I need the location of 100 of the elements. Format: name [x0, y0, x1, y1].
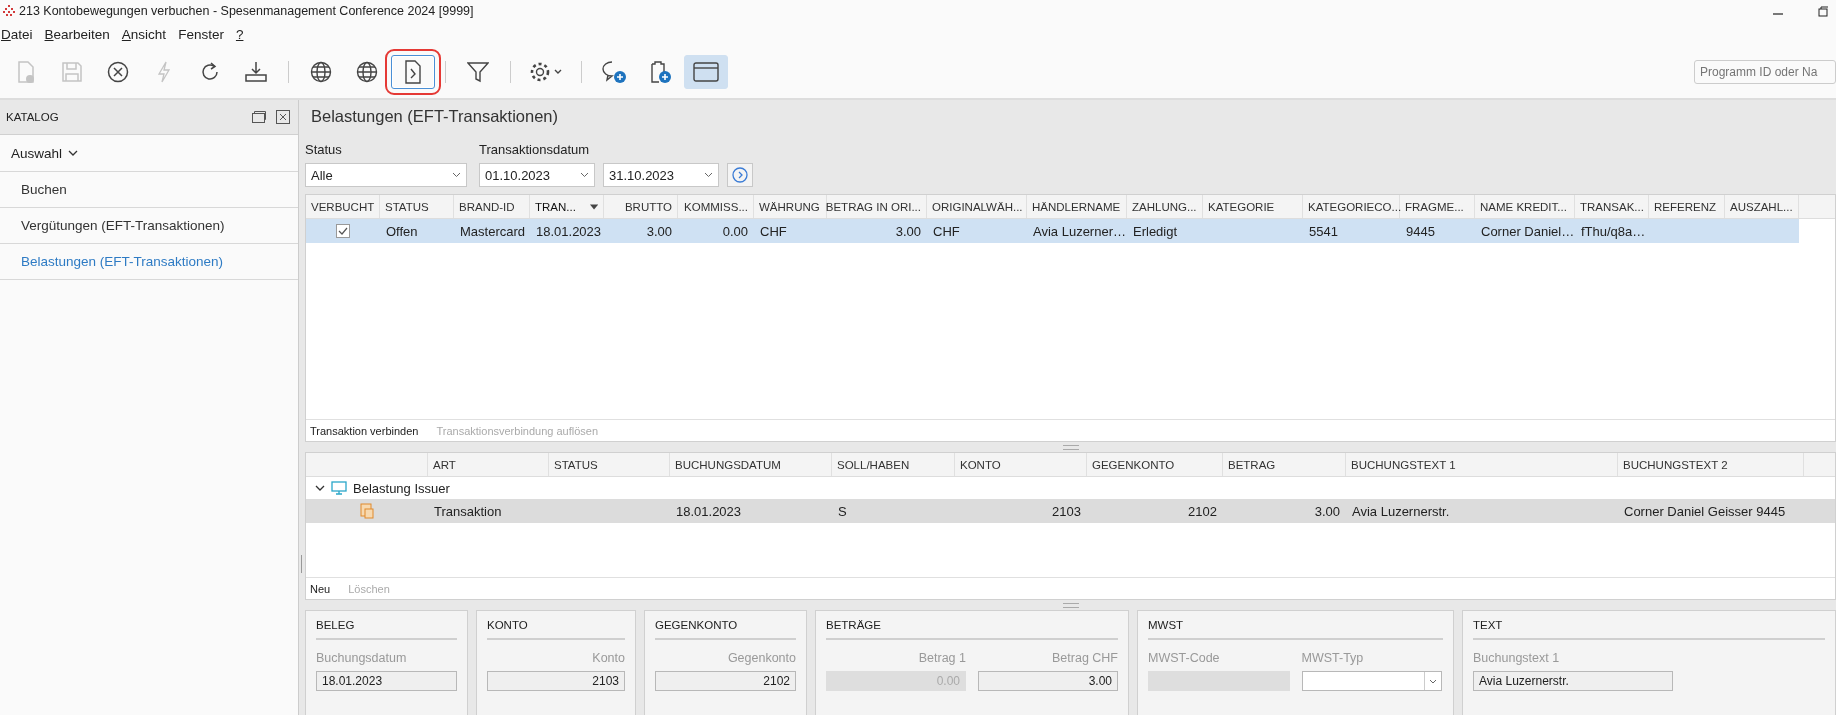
input-field[interactable]: 2102: [655, 671, 796, 691]
table-cell: Corner Daniel…: [1481, 223, 1575, 239]
sort-descending-icon[interactable]: [589, 203, 598, 210]
field-label: Buchungsdatum: [316, 651, 408, 665]
column-header[interactable]: KONTO: [960, 458, 1001, 471]
input-field[interactable]: Avia Luzernerstr.: [1473, 671, 1673, 691]
table-cell: Transaktion: [434, 503, 502, 519]
field-label: Gegenkonto: [727, 651, 796, 665]
column-header[interactable]: ZAHLUNG...: [1127, 195, 1203, 218]
panel-title: BETRÄGE: [826, 619, 1118, 640]
column-header[interactable]: BETRAG IN ORI...: [827, 195, 927, 218]
column-header[interactable]: STATUS: [554, 458, 598, 471]
table-cell: 18.01.2023: [536, 223, 602, 239]
column-header[interactable]: NAME KREDIT...: [1475, 195, 1575, 218]
apply-filter-button[interactable]: [727, 163, 753, 187]
new-document-icon: [15, 60, 37, 84]
catalog-item[interactable]: Buchen: [0, 172, 298, 208]
table-row[interactable]: Transaktion 18.01.2023 S 2103 2102 3.00 Avia Luzernerstr. Corner Daniel Geisser 9445: [306, 499, 1835, 523]
column-header[interactable]: FRAGME...: [1400, 195, 1475, 218]
column-header[interactable]: KATEGORIECO...: [1303, 195, 1400, 218]
column-header[interactable]: BRUTTO: [604, 195, 678, 218]
monitor-icon: [331, 481, 347, 495]
catalog-item[interactable]: Belastungen (EFT-Transaktionen): [0, 244, 298, 280]
date-from-field[interactable]: 01.10.2023: [479, 163, 595, 187]
add-comment-icon: [601, 60, 627, 84]
menu-item[interactable]: Ansicht: [121, 26, 167, 42]
search-field[interactable]: Programm ID oder Na: [1694, 60, 1836, 84]
refresh-icon: [199, 61, 221, 83]
column-header[interactable]: BUCHUNGSTEXT 2: [1623, 458, 1728, 471]
field-label: Buchungstext 1: [1473, 651, 1561, 665]
table-cell: 2102: [1188, 503, 1217, 519]
menu-item[interactable]: ?: [235, 26, 244, 42]
chevron-icon[interactable]: [315, 484, 325, 492]
globe-icon: [310, 61, 332, 83]
checkbox[interactable]: [336, 224, 350, 238]
column-header[interactable]: BUCHUNGSTEXT 1: [1351, 458, 1456, 471]
column-header[interactable]: BETRAG: [1228, 458, 1276, 471]
column-header[interactable]: TRANSAK...: [1575, 195, 1649, 218]
field-label: MWST-Typ: [1301, 651, 1365, 665]
action-link[interactable]: Transaktion verbinden: [310, 424, 419, 437]
caret-icon: [1428, 678, 1437, 684]
page-title: Belastungen (EFT-Transaktionen): [311, 106, 558, 126]
column-header[interactable]: REFERENZ: [1649, 195, 1725, 218]
column-header[interactable]: ORIGINALWÄH...: [927, 195, 1027, 218]
column-header[interactable]: ART: [433, 458, 456, 471]
catalog-item[interactable]: Vergütungen (EFT-Transaktionen): [0, 208, 298, 244]
window-icon[interactable]: [252, 111, 266, 123]
download-icon: [244, 60, 268, 84]
filter-icon: [467, 61, 489, 83]
input-field[interactable]: 3.00: [978, 671, 1118, 691]
status-label: Status: [305, 142, 343, 157]
table-cell: CHF: [760, 223, 787, 239]
date-to-field[interactable]: 31.10.2023: [603, 163, 719, 187]
column-header[interactable]: HÄNDLERNAME: [1027, 195, 1127, 218]
action-link[interactable]: Neu: [310, 582, 331, 595]
table-cell: 0.00: [722, 223, 748, 239]
dropdown-field[interactable]: [1301, 671, 1442, 691]
column-header[interactable]: KOMMISS...: [678, 195, 754, 218]
input-field[interactable]: 18.01.2023: [316, 671, 457, 691]
column-header[interactable]: SOLL/HABEN: [837, 458, 910, 471]
field-label: Betrag CHF: [1052, 651, 1118, 665]
table-cell: 5541: [1309, 223, 1338, 239]
column-header[interactable]: VERBUCHT: [306, 195, 380, 218]
add-clipboard-icon: [648, 60, 672, 84]
menu-item[interactable]: Fenster: [178, 26, 224, 42]
column-header[interactable]: BUCHUNGSDATUM: [675, 458, 781, 471]
menu-item[interactable]: Bearbeiten: [44, 26, 110, 42]
column-header[interactable]: KATEGORIE: [1203, 195, 1303, 218]
table-cell: Erledigt: [1133, 223, 1178, 239]
sidebar-title: KATALOG: [6, 111, 59, 123]
restore-icon[interactable]: [1818, 5, 1828, 17]
save-icon: [61, 61, 83, 83]
column-header[interactable]: GEGENKONTO: [1092, 458, 1175, 471]
close-icon[interactable]: [276, 110, 290, 124]
table-cell: 2103: [1052, 503, 1081, 519]
column-header[interactable]: TRAN...: [530, 195, 604, 218]
field-label: Betrag 1: [918, 651, 966, 665]
column-header[interactable]: WÄHRUNG: [754, 195, 827, 218]
status-dropdown[interactable]: Alle: [305, 163, 467, 187]
table-cell: 3.00: [646, 223, 672, 239]
lightning-icon: [157, 61, 171, 83]
column-header[interactable]: BRAND-ID: [454, 195, 530, 218]
column-header[interactable]: AUSZAHL...: [1725, 195, 1799, 218]
table-cell: CHF: [933, 223, 960, 239]
input-field[interactable]: 2103: [487, 671, 625, 691]
field-label: Konto: [592, 651, 625, 665]
document-icon: [359, 503, 375, 519]
table-cell: 3.00: [895, 223, 921, 239]
globe-icon: [356, 61, 378, 83]
panel-title: GEGENKONTO: [655, 619, 796, 640]
cancel-icon: [107, 61, 129, 83]
column-header[interactable]: STATUS: [380, 195, 454, 218]
table-row[interactable]: Offen Mastercard 18.01.2023 3.00 0.00 CHF 3.00 CHF Avia Luzerner… Erledigt 5541 9445 Corner Daniel… fThu/q8a…: [306, 219, 1799, 243]
menu-item[interactable]: Datei: [1, 26, 33, 42]
table-cell: 9445: [1406, 223, 1435, 239]
table-cell: Corner Daniel Geisser 9445: [1624, 503, 1786, 519]
table-cell: S: [838, 503, 847, 519]
caret-icon: [704, 172, 713, 178]
panel-title: BELEG: [316, 619, 457, 640]
catalog-group-header[interactable]: Auswahl: [0, 135, 298, 172]
